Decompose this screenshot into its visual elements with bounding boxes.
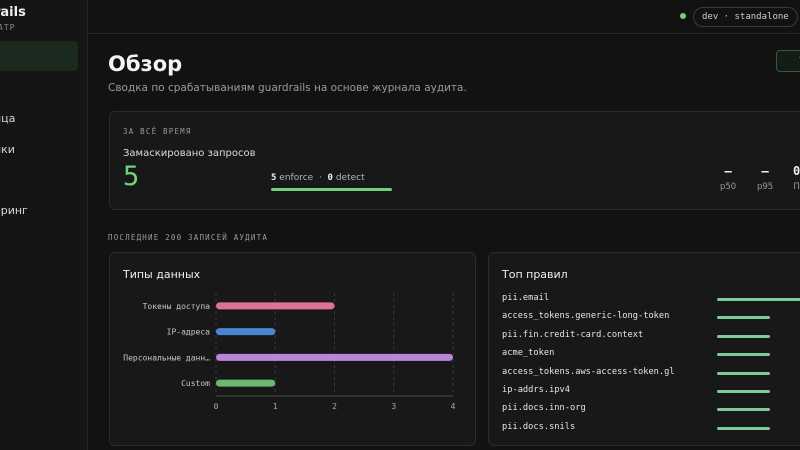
detect-label: detect — [335, 173, 365, 183]
rule-row: access_tokens.generic-long-token — [502, 311, 800, 325]
x-tick-label: 0 — [214, 402, 219, 411]
stat-p95-value: — — [761, 164, 769, 178]
brand-name: rails — [0, 5, 26, 20]
env-status-dot — [680, 13, 686, 19]
rule-bar — [717, 426, 770, 430]
stat-p50-value: — — [724, 164, 732, 178]
x-tick-label: 4 — [451, 402, 456, 411]
page-subtitle: Сводка по срабатываниям guardrails на ос… — [108, 82, 467, 94]
mode-separator: · — [318, 173, 322, 183]
rule-row: acme_token — [502, 348, 800, 362]
top-rules-card: Топ правил pii.email access_tokens.generi… — [488, 252, 800, 446]
rule-name: pii.docs.inn-org — [502, 403, 586, 414]
stat-p50-label: p50 — [720, 182, 737, 192]
rule-bar — [717, 334, 770, 338]
bar — [216, 302, 335, 310]
category-label: Custom — [181, 379, 210, 388]
rule-name: access_tokens.generic-long-token — [502, 311, 670, 322]
rule-name: acme_token — [502, 348, 555, 359]
stat-p95-label: p95 — [757, 182, 774, 192]
masked-requests-label: Замаскировано запросов — [123, 148, 256, 159]
rule-row: pii.docs.snils — [502, 422, 800, 436]
detect-count: 0 — [327, 173, 333, 183]
x-tick-label: 2 — [332, 402, 337, 411]
alltime-card: ЗА ВСЁ ВРЕМЯ Замаскировано запросов 5 5 … — [109, 111, 800, 210]
x-tick-label: 3 — [391, 402, 396, 411]
rule-row: pii.email — [502, 293, 800, 307]
enforce-share-bar — [271, 188, 392, 191]
rule-row: pii.fin.credit-card.context — [502, 330, 800, 344]
mode-breakdown: 5 enforce · 0 detect — [271, 173, 365, 183]
rule-name: pii.email — [502, 293, 550, 303]
sidebar-item-3[interactable]: ица — [0, 112, 15, 125]
refresh-button[interactable]: ↻ — [776, 50, 800, 72]
sidebar-item-6[interactable]: оринг — [0, 204, 28, 217]
rule-name: access_tokens.aws-access-token.gl — [502, 366, 675, 377]
stat-p95: — p95 — [757, 164, 773, 192]
rule-name: pii.docs.snils — [502, 421, 576, 432]
enforce-label: enforce — [279, 173, 314, 183]
rule-name: ip-addrs.ipv4 — [502, 385, 570, 395]
env-selector[interactable]: dev · standalone — [693, 7, 798, 27]
rule-name: pii.fin.credit-card.context — [502, 329, 644, 340]
rule-bar — [717, 316, 770, 320]
top-rules-title: Топ правил — [502, 268, 568, 281]
data-types-card: Типы данных 0 1 2 3 4 Токены доступа IP-адреса… — [109, 252, 476, 446]
category-label: IP-адреса — [167, 328, 211, 337]
sidebar-item-2[interactable]: я — [0, 82, 1, 95]
sidebar: rails ATP я ица ики оринг — [0, 0, 88, 450]
rule-row: access_tokens.aws-access-token.gl — [502, 367, 800, 381]
rule-bar — [717, 353, 770, 357]
brand-subtitle: ATP — [0, 23, 16, 32]
bar — [216, 353, 453, 361]
rule-bar — [717, 408, 770, 412]
bar — [216, 328, 276, 336]
category-label: Персональные данн… — [123, 353, 210, 362]
rule-bar — [717, 390, 770, 393]
enforce-count: 5 — [271, 173, 277, 183]
audit-section-label: ПОСЛЕДНИЕ 200 ЗАПИСЕЙ АУДИТА — [108, 233, 269, 242]
masked-requests-value: 5 — [123, 161, 140, 192]
top-bar: dev · standalone — [88, 0, 800, 34]
rule-bar — [717, 298, 800, 301]
category-label: Токены доступа — [143, 302, 211, 311]
page-title: Обзор — [108, 52, 183, 76]
sidebar-item-overview[interactable] — [0, 41, 78, 71]
rule-row: ip-addrs.ipv4 — [502, 385, 800, 399]
stat-p50: — p50 — [720, 164, 736, 192]
stat-third-value: 0 — [793, 164, 800, 178]
rule-bar — [717, 371, 770, 375]
rule-row: pii.docs.inn-org — [502, 403, 800, 417]
bar — [216, 379, 276, 387]
x-tick-label: 1 — [273, 402, 278, 411]
stat-third-label: П — [793, 182, 800, 192]
data-types-chart: 0 1 2 3 4 Токены доступа IP-адреса Персональные… — [123, 293, 456, 411]
stat-third: 0 П — [793, 164, 800, 192]
sidebar-item-4[interactable]: ики — [0, 143, 15, 156]
alltime-section-label: ЗА ВСЁ ВРЕМЯ — [123, 127, 192, 136]
